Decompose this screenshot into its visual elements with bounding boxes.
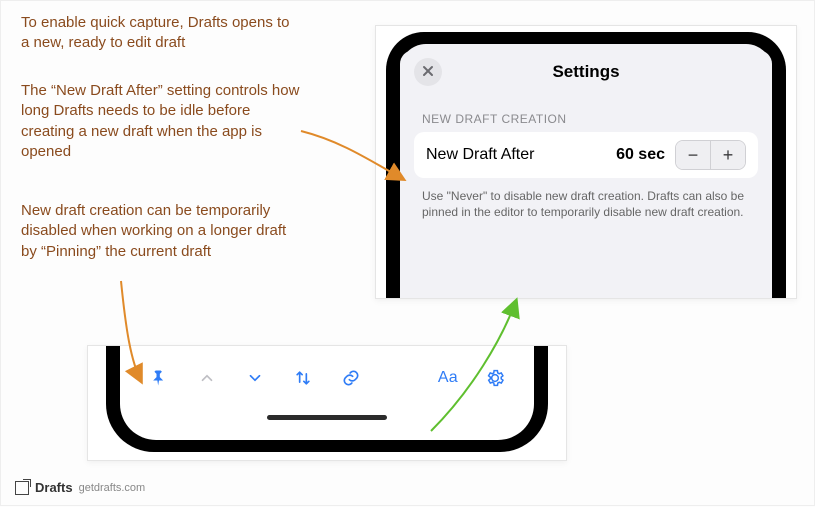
row-value: 60 sec <box>616 146 665 164</box>
caption-quick-capture: To enable quick capture, Drafts opens to… <box>21 13 301 54</box>
settings-screenshot: Settings NEW DRAFT CREATION New Draft Af… <box>375 25 797 299</box>
caption-pinning: New draft creation can be temporarily di… <box>21 201 301 262</box>
row-new-draft-after: New Draft After 60 sec − + <box>414 132 758 178</box>
editor-toolbar-screenshot: Aa <box>87 345 567 461</box>
stepper-plus-button[interactable]: + <box>711 141 745 169</box>
stepper-minus-button[interactable]: − <box>676 141 710 169</box>
brand-name: Drafts <box>35 480 73 495</box>
brand-url: getdrafts.com <box>79 482 146 494</box>
stepper: − + <box>675 140 746 170</box>
arrange-icon[interactable] <box>292 367 314 389</box>
device-frame: Settings NEW DRAFT CREATION New Draft Af… <box>386 32 786 298</box>
settings-title: Settings <box>552 62 619 82</box>
device-screen-bottom: Aa <box>120 346 534 440</box>
device-screen: Settings NEW DRAFT CREATION New Draft Af… <box>400 44 772 298</box>
editor-toolbar: Aa <box>120 358 534 398</box>
caption-new-draft-after: The “New Draft After” setting controls h… <box>21 81 301 162</box>
close-icon <box>422 64 434 81</box>
gear-icon[interactable] <box>484 367 506 389</box>
chevron-down-icon[interactable] <box>244 367 266 389</box>
drafts-logo-icon <box>15 481 29 495</box>
settings-sheet: Settings NEW DRAFT CREATION New Draft Af… <box>400 50 772 298</box>
footer-credit: Drafts getdrafts.com <box>15 480 145 495</box>
pin-icon[interactable] <box>148 367 170 389</box>
device-frame-bottom: Aa <box>106 346 548 452</box>
section-header-new-draft-creation: NEW DRAFT CREATION <box>400 94 772 132</box>
appearance-button[interactable]: Aa <box>438 369 458 387</box>
chevron-up-icon[interactable] <box>196 367 218 389</box>
link-icon[interactable] <box>340 367 362 389</box>
sheet-header: Settings <box>400 50 772 94</box>
home-indicator <box>267 415 387 420</box>
settings-footnote: Use "Never" to disable new draft creatio… <box>400 178 772 220</box>
close-button[interactable] <box>414 58 442 86</box>
row-label: New Draft After <box>426 146 616 164</box>
